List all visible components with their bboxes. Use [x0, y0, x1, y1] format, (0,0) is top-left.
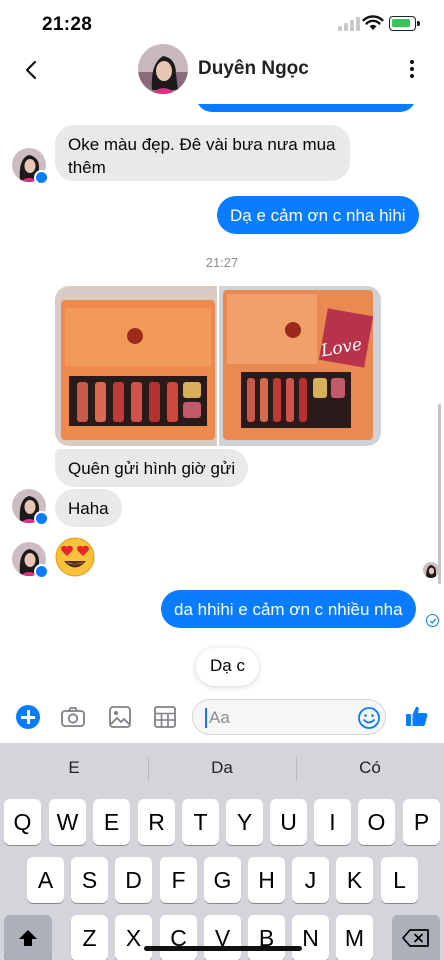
- key-t[interactable]: T: [182, 799, 219, 845]
- conversation-header: Duyên Ngọc: [0, 44, 444, 104]
- outgoing-message[interactable]: da hhihi e cảm ơn c nhiều nha: [161, 590, 416, 628]
- key-x[interactable]: X: [115, 915, 152, 960]
- battery-icon: [389, 16, 420, 31]
- incoming-message[interactable]: Haha: [55, 489, 122, 527]
- message-text: Haha: [68, 499, 109, 518]
- emoji-picker-icon[interactable]: [357, 706, 381, 730]
- key-y[interactable]: Y: [226, 799, 263, 845]
- status-bar: 21:28: [0, 0, 444, 44]
- key-e[interactable]: E: [93, 799, 130, 845]
- message-text: Oke màu đẹp. Đê vài bưa nưa mua: [68, 135, 336, 154]
- shift-icon: [19, 930, 37, 946]
- ios-keyboard: E Da Có Q W E R T Y U I O P A S D F G H …: [0, 743, 444, 960]
- message-text: Quên gửi hình giờ gửi: [68, 459, 236, 478]
- key-m[interactable]: M: [336, 915, 373, 960]
- signal-icon: [338, 17, 360, 31]
- key-h[interactable]: H: [248, 857, 285, 903]
- key-u[interactable]: U: [270, 799, 307, 845]
- backspace-key[interactable]: [392, 915, 440, 960]
- text-caret: [205, 708, 207, 728]
- photo-gallery-icon[interactable]: [107, 704, 133, 730]
- key-i[interactable]: I: [314, 799, 351, 845]
- key-s[interactable]: S: [71, 857, 108, 903]
- backspace-icon: [402, 929, 429, 947]
- key-w[interactable]: W: [49, 799, 86, 845]
- home-indicator[interactable]: [144, 946, 302, 951]
- previous-outgoing-bubble: [196, 104, 416, 112]
- suggestion-1[interactable]: E: [0, 758, 148, 778]
- message-composer: [0, 697, 444, 743]
- key-o[interactable]: O: [358, 799, 395, 845]
- gif-sticker-icon[interactable]: [152, 704, 178, 730]
- message-input[interactable]: [209, 706, 349, 730]
- draft-preview-text: Dạ c: [210, 656, 245, 675]
- key-b[interactable]: B: [248, 915, 285, 960]
- key-c[interactable]: C: [160, 915, 197, 960]
- timestamp: 21:27: [205, 255, 239, 270]
- key-a[interactable]: A: [27, 857, 64, 903]
- key-v[interactable]: V: [204, 915, 241, 960]
- key-p[interactable]: P: [403, 799, 440, 845]
- wifi-icon: [362, 15, 384, 30]
- messenger-badge-icon: [34, 511, 49, 526]
- thumbs-up-icon[interactable]: [404, 703, 430, 729]
- contact-name[interactable]: Duyên Ngọc: [198, 58, 309, 80]
- message-input-field[interactable]: [192, 699, 386, 735]
- sent-check-icon: [426, 614, 439, 627]
- photo-attachment[interactable]: Love: [219, 286, 381, 446]
- key-q[interactable]: Q: [4, 799, 41, 845]
- shift-key[interactable]: [4, 915, 52, 960]
- message-text: Dạ e cảm ơn c nha hihi: [230, 206, 406, 225]
- draft-preview-chip[interactable]: Dạ c: [196, 648, 259, 686]
- plus-icon[interactable]: [16, 705, 40, 729]
- key-z[interactable]: Z: [71, 915, 108, 960]
- back-icon[interactable]: [20, 58, 44, 82]
- message-text: da hhihi e cảm ơn c nhiều nha: [174, 600, 403, 619]
- key-k[interactable]: K: [336, 857, 373, 903]
- key-d[interactable]: D: [115, 857, 152, 903]
- scrollbar[interactable]: [438, 404, 441, 584]
- incoming-message[interactable]: Quên gửi hình giờ gửi: [55, 449, 249, 487]
- key-l[interactable]: L: [381, 857, 418, 903]
- key-j[interactable]: J: [292, 857, 329, 903]
- suggestion-2[interactable]: Da: [148, 758, 296, 778]
- key-f[interactable]: F: [160, 857, 197, 903]
- status-time: 21:28: [42, 14, 93, 35]
- camera-icon[interactable]: [60, 704, 86, 730]
- key-r[interactable]: R: [138, 799, 175, 845]
- heart-eyes-emoji-icon[interactable]: [54, 536, 96, 578]
- outgoing-message[interactable]: Dạ e cảm ơn c nha hihi: [217, 196, 419, 234]
- incoming-message[interactable]: Oke màu đẹp. Đê vài bưa nưa mua thêm: [55, 125, 350, 181]
- messenger-badge-icon: [34, 170, 49, 185]
- more-options-icon[interactable]: [408, 58, 416, 80]
- key-n[interactable]: N: [292, 915, 329, 960]
- key-g[interactable]: G: [204, 857, 241, 903]
- contact-avatar[interactable]: [138, 44, 188, 94]
- message-text-line2: thêm: [68, 158, 106, 177]
- suggestion-3[interactable]: Có: [296, 758, 444, 778]
- message-list[interactable]: Oke màu đẹp. Đê vài bưa nưa mua thêm Dạ …: [0, 104, 444, 700]
- predictive-suggestions: E Da Có: [0, 743, 444, 793]
- read-receipt-avatar: [423, 562, 439, 578]
- messenger-badge-icon: [34, 564, 49, 579]
- photo-attachment[interactable]: [55, 286, 217, 446]
